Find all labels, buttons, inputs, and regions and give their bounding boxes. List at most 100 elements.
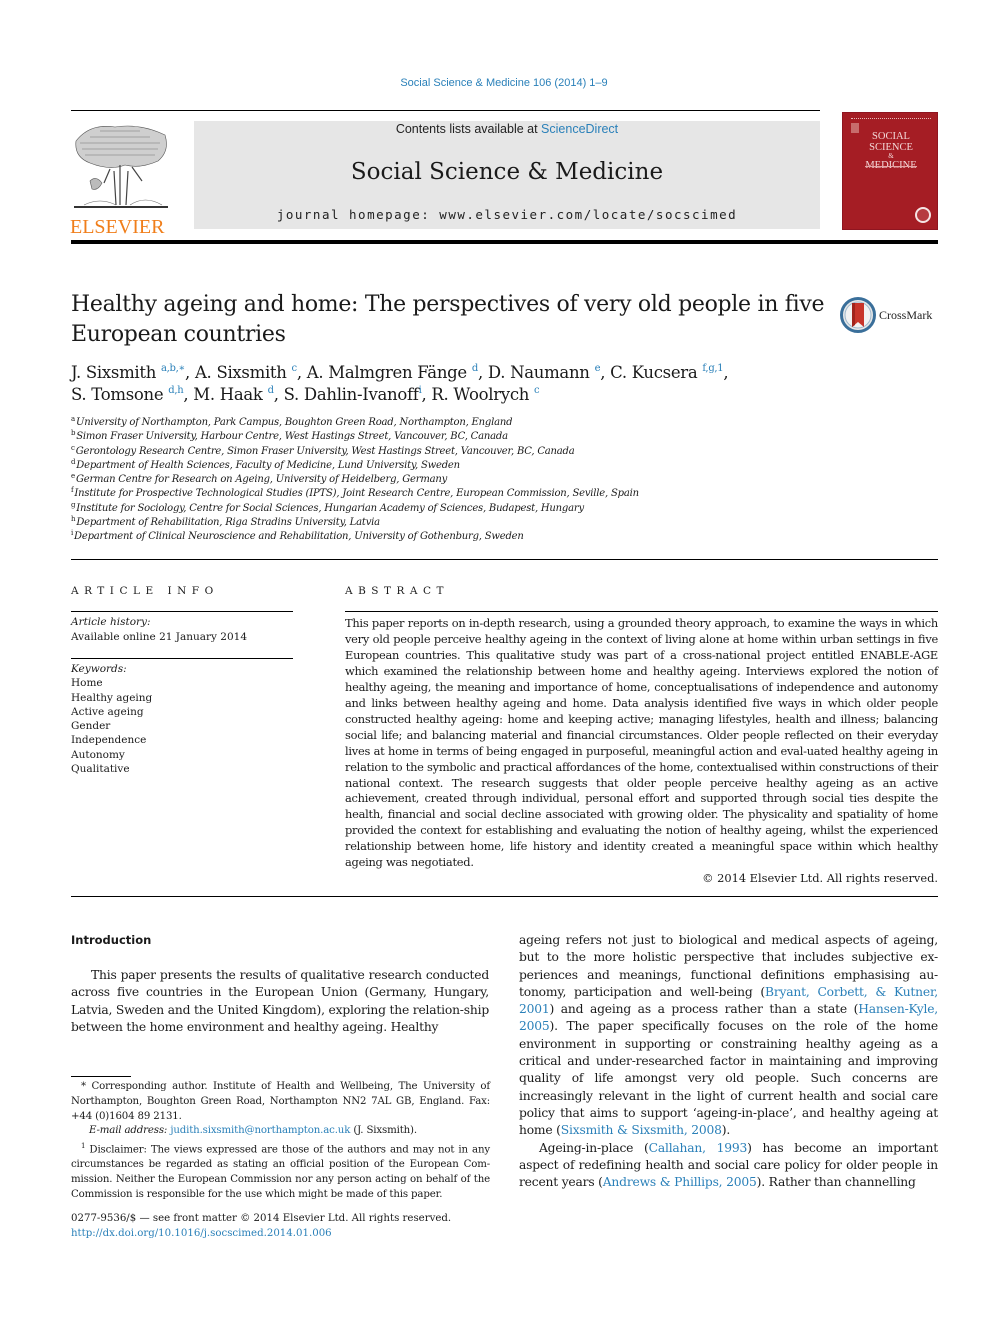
author-affiliation-sup[interactable]: a,b,∗ (161, 363, 185, 374)
citation-link[interactable]: Callahan, 1993 (649, 1141, 748, 1155)
author[interactable]: A. Malmgren Fänge d (307, 363, 479, 382)
homepage-link[interactable]: www.elsevier.com/locate/socscimed (439, 207, 737, 222)
affiliation-key: i (71, 529, 74, 538)
author-affiliation-sup[interactable]: f,g,1 (702, 363, 723, 374)
author-name[interactable]: R. Woolrych (431, 385, 529, 404)
article-info-heading: ARTICLE INFO (71, 585, 219, 597)
journal-cover-thumbnail[interactable]: SOCIAL SCIENCE & MEDICINE (842, 112, 938, 230)
affiliation: gInstitute for Sociology, Centre for Soc… (71, 501, 771, 516)
author-list: J. Sixsmith a,b,∗, A. Sixsmith c, A. Mal… (71, 363, 729, 404)
author[interactable]: M. Haak d (193, 385, 274, 404)
abstract-rule (345, 611, 938, 612)
keyword: Independence (71, 734, 147, 747)
introduction-paragraph: This paper presents the results of quali… (71, 968, 489, 1034)
footnotes: * Corresponding author. Institute of Hea… (71, 1080, 490, 1203)
body-text: ) and ageing as a process rather than a … (549, 1002, 859, 1017)
contents-line: Contents lists available at ScienceDirec… (194, 121, 820, 137)
keywords: Keywords: Home Healthy ageing Active age… (71, 662, 293, 776)
affiliation-key: d (71, 457, 76, 466)
article-history-label: Article history: (71, 616, 151, 628)
cover-title-line: & (888, 152, 894, 160)
footnote-text: Corresponding author. Institute of Healt… (71, 1081, 490, 1122)
affiliation-text: German Centre for Research on Ageing, Un… (75, 474, 448, 486)
citation-link[interactable]: Sixsmith & Sixsmith, 2008 (561, 1123, 722, 1137)
affiliation-key: a (71, 415, 75, 423)
issn-line: 0277-9536/$ — see front matter © 2014 El… (71, 1213, 452, 1224)
email-suffix: (J. Sixsmith). (350, 1125, 417, 1137)
journal-title: Social Science & Medicine (350, 159, 664, 185)
author-name[interactable]: C. Kucsera (610, 363, 698, 382)
email-note: E-mail address: judith.sixsmith@northamp… (71, 1124, 490, 1139)
cover-seal-icon (915, 207, 931, 223)
author-name[interactable]: A. Malmgren Fänge (307, 363, 467, 382)
affiliation: fInstitute for Prospective Technological… (71, 487, 771, 501)
homepage-prefix: journal homepage: (276, 207, 440, 222)
section-divider (71, 896, 938, 897)
cover-title: SOCIAL SCIENCE & MEDICINE (843, 131, 939, 171)
crossmark-button[interactable]: CrossMark (840, 295, 940, 335)
author[interactable]: D. Naumann e (488, 363, 601, 382)
author[interactable]: A. Sixsmith c (195, 363, 297, 382)
author-name[interactable]: M. Haak (193, 385, 263, 404)
author-affiliation-sup[interactable]: d,h (168, 385, 183, 396)
affiliation-text: University of Northampton, Park Campus, … (75, 417, 513, 428)
affiliation-text: Institute for Prospective Technological … (74, 488, 639, 500)
elsevier-tree-icon (74, 125, 168, 208)
author-affiliation-sup[interactable]: d (472, 363, 478, 374)
footnote-text: Disclaimer: The views expressed are thos… (71, 1144, 490, 1200)
article-history-value: Available online 21 January 2014 (71, 630, 248, 643)
author-name[interactable]: A. Sixsmith (195, 363, 287, 382)
author-name[interactable]: J. Sixsmith (71, 363, 156, 382)
affiliation-text: Department of Rehabilitation, Riga Strad… (76, 517, 380, 529)
affiliation-key: b (71, 429, 76, 438)
keyword: Autonomy (71, 748, 125, 761)
affiliation: eGerman Centre for Research on Ageing, U… (71, 473, 771, 487)
affiliation-text: Gerontology Research Centre, Simon Frase… (75, 445, 575, 457)
doi-link[interactable]: http://dx.doi.org/10.1016/j.socscimed.20… (71, 1228, 332, 1239)
author-affiliation-sup[interactable]: i (419, 385, 422, 396)
body-text: ). (721, 1123, 731, 1138)
affiliation: cGerontology Research Centre, Simon Fras… (71, 444, 771, 459)
corresponding-author-note: * Corresponding author. Institute of Hea… (71, 1080, 490, 1124)
email-label: E-mail address: (89, 1125, 171, 1137)
journal-masthead: Contents lists available at ScienceDirec… (194, 121, 820, 229)
elsevier-wordmark: ELSEVIER (70, 216, 165, 238)
author[interactable]: S. Dahlin-Ivanoffi (284, 385, 422, 404)
author[interactable]: J. Sixsmith a,b,∗ (71, 363, 185, 382)
author[interactable]: R. Woolrych c (431, 385, 539, 404)
author-affiliation-sup[interactable]: d (268, 385, 274, 396)
body-paragraph: ageing refers not just to biological and… (519, 932, 938, 1140)
author-name[interactable]: S. Dahlin-Ivanoff (284, 385, 419, 404)
author[interactable]: S. Tomsone d,h (71, 385, 184, 404)
abstract-text: This paper reports on in-depth research,… (345, 616, 938, 870)
author-affiliation-sup[interactable]: c (292, 363, 298, 374)
keyword: Active ageing (71, 705, 144, 718)
header-rule (71, 110, 820, 111)
author-affiliation-sup[interactable]: c (534, 385, 540, 396)
email-link[interactable]: judith.sixsmith@northampton.ac.uk (170, 1125, 350, 1136)
body-paragraph: Ageing-in-place (Callahan, 1993) has bec… (519, 1140, 938, 1192)
author-name[interactable]: D. Naumann (488, 363, 590, 382)
sciencedirect-link[interactable]: ScienceDirect (541, 122, 618, 136)
affiliation: hDepartment of Rehabilitation, Riga Stra… (71, 516, 771, 530)
affiliation: dDepartment of Health Sciences, Faculty … (71, 457, 771, 473)
citation-link[interactable]: Andrews & Phillips, 2005 (603, 1175, 757, 1189)
keywords-rule (71, 658, 293, 659)
affiliation-key: h (71, 515, 76, 524)
cover-header-line (851, 118, 931, 121)
affiliation-text: Department of Clinical Neuroscience and … (74, 531, 524, 543)
author-name[interactable]: S. Tomsone (71, 385, 164, 404)
affiliation-key: e (71, 472, 75, 481)
journal-homepage: journal homepage: www.elsevier.com/locat… (194, 207, 820, 222)
article-info-rule (71, 611, 293, 612)
author[interactable]: C. Kucsera f,g,1 (610, 363, 724, 382)
cover-title-line: SOCIAL (872, 131, 910, 142)
cover-subtitle-line (865, 166, 917, 167)
header-thick-rule (71, 240, 938, 244)
footnote-rule (71, 1076, 131, 1077)
crossmark-label: CrossMark (879, 307, 933, 322)
journal-reference-link[interactable]: Social Science & Medicine 106 (2014) 1–9 (0, 77, 992, 89)
author-affiliation-sup[interactable]: e (595, 363, 601, 374)
crossmark-icon (840, 297, 876, 333)
elsevier-logo[interactable]: ELSEVIER (70, 121, 172, 237)
